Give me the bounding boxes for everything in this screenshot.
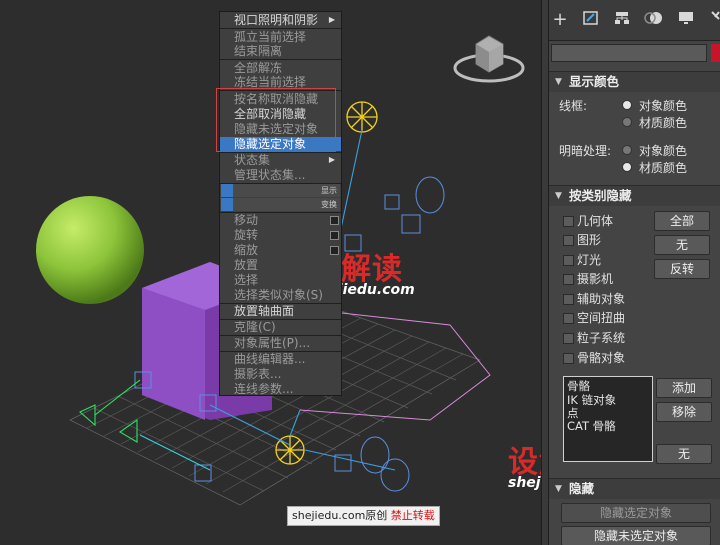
menu-item-manage-state-sets[interactable]: 管理状态集... [220, 168, 341, 182]
menu-item-viewport-lighting[interactable]: 视口照明和阴影 ▶ [220, 13, 341, 27]
menu-item-object-properties[interactable]: 对象属性(P)... [220, 336, 341, 350]
panel-splitter[interactable] [541, 0, 549, 545]
credit-stamp: shejiedu.com原创 禁止转载 [287, 506, 440, 526]
checkbox-shapes[interactable] [563, 235, 574, 246]
hide-selected-button[interactable]: 隐藏选定对象 [561, 503, 711, 523]
rollout-hide[interactable]: ▼ 隐藏 [549, 478, 720, 499]
add-button[interactable]: 添加 [656, 378, 712, 398]
radio-label: 材质颜色 [639, 116, 688, 130]
utilities-icon[interactable] [705, 9, 720, 31]
menu-item-rotate[interactable]: 旋转 [220, 228, 341, 242]
modify-icon[interactable] [580, 9, 602, 31]
category-listbox[interactable]: 骨骼 IK 链对象 点 CAT 骨骼 [563, 376, 653, 462]
menu-item-curve-editor[interactable]: 曲线编辑器... [220, 352, 341, 366]
submenu-arrow-icon: ▶ [328, 15, 335, 24]
object-color-swatch[interactable] [711, 44, 720, 62]
category-label: 灯光 [577, 253, 602, 267]
category-label: 辅助对象 [577, 292, 626, 306]
category-label: 骨骼对象 [577, 351, 626, 365]
remove-button[interactable]: 移除 [656, 402, 712, 422]
rollout-title: 隐藏 [569, 481, 595, 496]
watermark-logo-2: 设解读 shejiedu.com [508, 437, 541, 491]
hide-unselected-button[interactable]: 隐藏未选定对象 [561, 526, 711, 545]
category-label: 图形 [577, 233, 602, 247]
none-button[interactable]: 无 [654, 235, 710, 255]
menu-item-place[interactable]: 放置 [220, 258, 341, 272]
menu-item-freeze-selection[interactable]: 冻结当前选择 [220, 75, 341, 89]
motion-icon[interactable] [643, 9, 665, 31]
checkbox-cameras[interactable] [563, 274, 574, 285]
category-label: 空间扭曲 [577, 311, 626, 325]
quad-label-display: 显示 [221, 184, 340, 197]
radio-label: 材质颜色 [639, 161, 688, 175]
hierarchy-icon[interactable] [611, 9, 633, 31]
none-button-list[interactable]: 无 [656, 444, 712, 464]
rollout-title: 按类别隐藏 [569, 188, 632, 203]
rollout-title: 显示颜色 [569, 74, 620, 89]
quad-label-transform: 变换 [221, 198, 340, 211]
submenu-arrow-icon: ▶ [328, 155, 335, 164]
checkbox-helpers[interactable] [563, 294, 574, 305]
command-panel: + ▼ 显示颜色 线框: 对象颜色 材质颜色 明暗处理: 对象颜色 材质颜色 ▼ [549, 0, 720, 545]
create-icon[interactable]: + [549, 9, 571, 31]
menu-item-dope-sheet[interactable]: 摄影表... [220, 367, 341, 381]
view-cube [453, 35, 525, 83]
radio-wireframe-material-color[interactable] [622, 117, 632, 127]
radio-label: 对象颜色 [639, 144, 688, 158]
radio-label: 对象颜色 [639, 99, 688, 113]
category-label: 粒子系统 [577, 331, 626, 345]
menu-item-isolate-selection[interactable]: 孤立当前选择 [220, 30, 341, 44]
invert-button[interactable]: 反转 [654, 259, 710, 279]
menu-item-clone[interactable]: 克隆(C) [220, 320, 341, 334]
object-name-input[interactable] [551, 44, 707, 62]
category-label: 摄影机 [577, 272, 614, 286]
credit-warning: 禁止转载 [390, 509, 435, 522]
green-sphere [36, 196, 144, 304]
checkbox-space-warps[interactable] [563, 313, 574, 324]
command-panel-tabs: + [549, 0, 720, 41]
menu-item-select[interactable]: 选择 [220, 273, 341, 287]
rollout-hide-by-category[interactable]: ▼ 按类别隐藏 [549, 185, 720, 206]
display-icon[interactable] [675, 9, 697, 31]
watermark-url-2: shejiedu.com [508, 475, 541, 491]
rollout-display-color[interactable]: ▼ 显示颜色 [549, 71, 720, 92]
annotation-highlight-box [216, 88, 336, 152]
category-label: 几何体 [577, 214, 614, 228]
collapse-arrow-icon: ▼ [555, 191, 562, 201]
menu-item-select-similar[interactable]: 选择类似对象(S) [220, 288, 341, 302]
quad-menu[interactable]: 视口照明和阴影 ▶ 孤立当前选择 结束隔离 全部解冻 冻结当前选择 按名称取消隐藏… [219, 11, 342, 396]
list-item[interactable]: CAT 骨骼 [567, 418, 616, 434]
menu-item-unfreeze-all[interactable]: 全部解冻 [220, 61, 341, 75]
menu-item-place-pivot-surface[interactable]: 放置轴曲面 [220, 304, 341, 318]
menu-item-move[interactable]: 移动 [220, 213, 341, 227]
omni-light-top [346, 101, 378, 133]
radio-wireframe-object-color[interactable] [622, 100, 632, 110]
all-button[interactable]: 全部 [654, 211, 710, 231]
menu-item-scale[interactable]: 缩放 [220, 243, 341, 257]
collapse-arrow-icon: ▼ [555, 77, 562, 87]
radio-shaded-object-color[interactable] [622, 145, 632, 155]
credit-prefix: shejiedu.com原创 [292, 509, 388, 522]
checkbox-lights[interactable] [563, 255, 574, 266]
menu-item-end-isolate[interactable]: 结束隔离 [220, 44, 341, 58]
checkbox-bone-objects[interactable] [563, 353, 574, 364]
checkbox-particle-systems[interactable] [563, 333, 574, 344]
shaded-label: 明暗处理: [559, 144, 612, 158]
radio-shaded-material-color[interactable] [622, 162, 632, 172]
checkbox-geometry[interactable] [563, 216, 574, 227]
wireframe-label: 线框: [559, 99, 588, 113]
object-name-row [549, 42, 720, 64]
menu-item-state-sets[interactable]: 状态集 ▶ [220, 153, 341, 167]
menu-item-wire-parameters[interactable]: 连线参数... [220, 382, 341, 396]
collapse-arrow-icon: ▼ [555, 484, 562, 494]
